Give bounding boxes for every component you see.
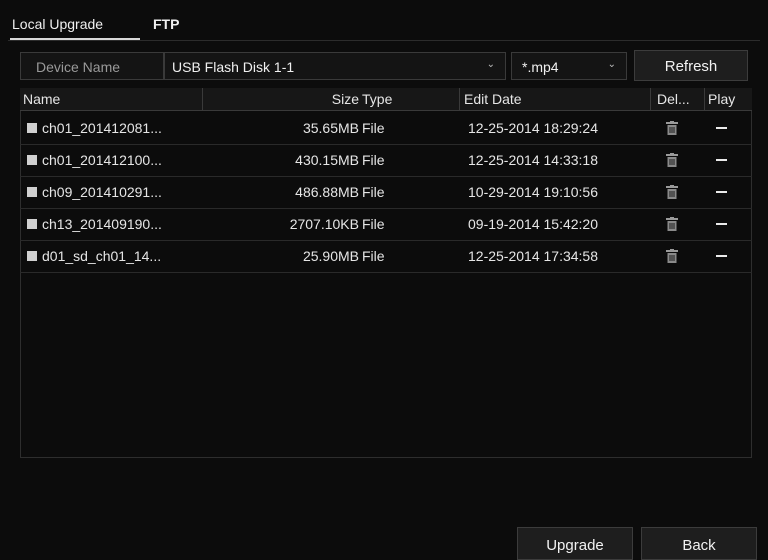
column-header-type[interactable]: Type: [362, 91, 392, 107]
file-icon: [27, 155, 37, 165]
tab-divider: [8, 40, 760, 41]
trash-icon[interactable]: [666, 185, 678, 199]
back-button[interactable]: Back: [641, 527, 757, 560]
file-name: ch13_201409190...: [42, 216, 162, 232]
file-edit-date: 10-29-2014 19:10:56: [468, 184, 598, 200]
play-dash-icon[interactable]: [716, 127, 727, 129]
table-row[interactable]: ch01_201412081... 35.65MB File 12-25-2014 1…: [20, 112, 752, 145]
file-edit-date: 12-25-2014 18:29:24: [468, 120, 598, 136]
file-icon: [27, 219, 37, 229]
trash-icon[interactable]: [666, 153, 678, 167]
device-name-label: Device Name: [20, 52, 164, 80]
file-icon: [27, 187, 37, 197]
column-header-name[interactable]: Name: [23, 91, 60, 107]
column-header-delete[interactable]: Del...: [657, 91, 690, 107]
file-type: File: [362, 216, 385, 232]
chevron-down-icon: ⌄: [486, 59, 495, 70]
file-type-value: *.mp4: [522, 59, 559, 75]
upgrade-button[interactable]: Upgrade: [517, 527, 633, 560]
column-divider: [704, 88, 705, 111]
file-type: File: [362, 120, 385, 136]
file-name: ch09_201410291...: [42, 184, 162, 200]
file-edit-date: 09-19-2014 15:42:20: [468, 216, 598, 232]
table-row[interactable]: ch09_201410291... 486.88MB File 10-29-2014 …: [20, 176, 752, 209]
file-name: d01_sd_ch01_14...: [42, 248, 162, 264]
tab-local-upgrade[interactable]: Local Upgrade: [12, 16, 103, 32]
file-name: ch01_201412081...: [42, 120, 162, 136]
file-type-select[interactable]: *.mp4 ⌄: [511, 52, 627, 80]
file-icon: [27, 251, 37, 261]
file-size: 430.15MB: [295, 152, 359, 168]
file-size: 25.90MB: [302, 248, 359, 264]
play-dash-icon[interactable]: [716, 191, 727, 193]
file-icon: [27, 123, 37, 133]
file-size: 35.65MB: [302, 120, 359, 136]
table-row[interactable]: ch01_201412100... 430.15MB File 12-25-2014 …: [20, 144, 752, 177]
play-dash-icon[interactable]: [716, 223, 727, 225]
table-header: Name Size Type Edit Date Del... Play: [20, 88, 752, 111]
table-row[interactable]: ch13_201409190... 2707.10KB File 09-19-2014…: [20, 208, 752, 241]
column-header-edit-date[interactable]: Edit Date: [464, 91, 522, 107]
column-header-play[interactable]: Play: [708, 91, 735, 107]
chevron-down-icon: ⌄: [607, 59, 616, 70]
table-row[interactable]: d01_sd_ch01_14... 25.90MB File 12-25-2014 1…: [20, 240, 752, 273]
column-divider: [459, 88, 460, 111]
file-size: 2707.10KB: [289, 216, 359, 232]
file-type: File: [362, 184, 385, 200]
trash-icon[interactable]: [666, 249, 678, 263]
trash-icon[interactable]: [666, 121, 678, 135]
column-header-size[interactable]: Size: [332, 91, 359, 107]
column-divider: [202, 88, 203, 111]
file-name: ch01_201412100...: [42, 152, 162, 168]
file-size: 486.88MB: [295, 184, 359, 200]
tab-ftp[interactable]: FTP: [153, 16, 179, 32]
file-type: File: [362, 248, 385, 264]
file-edit-date: 12-25-2014 17:34:58: [468, 248, 598, 264]
trash-icon[interactable]: [666, 217, 678, 231]
column-divider: [650, 88, 651, 111]
device-name-select[interactable]: USB Flash Disk 1-1 ⌄: [164, 52, 506, 80]
device-name-value: USB Flash Disk 1-1: [172, 59, 295, 75]
file-edit-date: 12-25-2014 14:33:18: [468, 152, 598, 168]
play-dash-icon[interactable]: [716, 255, 727, 257]
refresh-button[interactable]: Refresh: [634, 50, 748, 81]
file-type: File: [362, 152, 385, 168]
play-dash-icon[interactable]: [716, 159, 727, 161]
